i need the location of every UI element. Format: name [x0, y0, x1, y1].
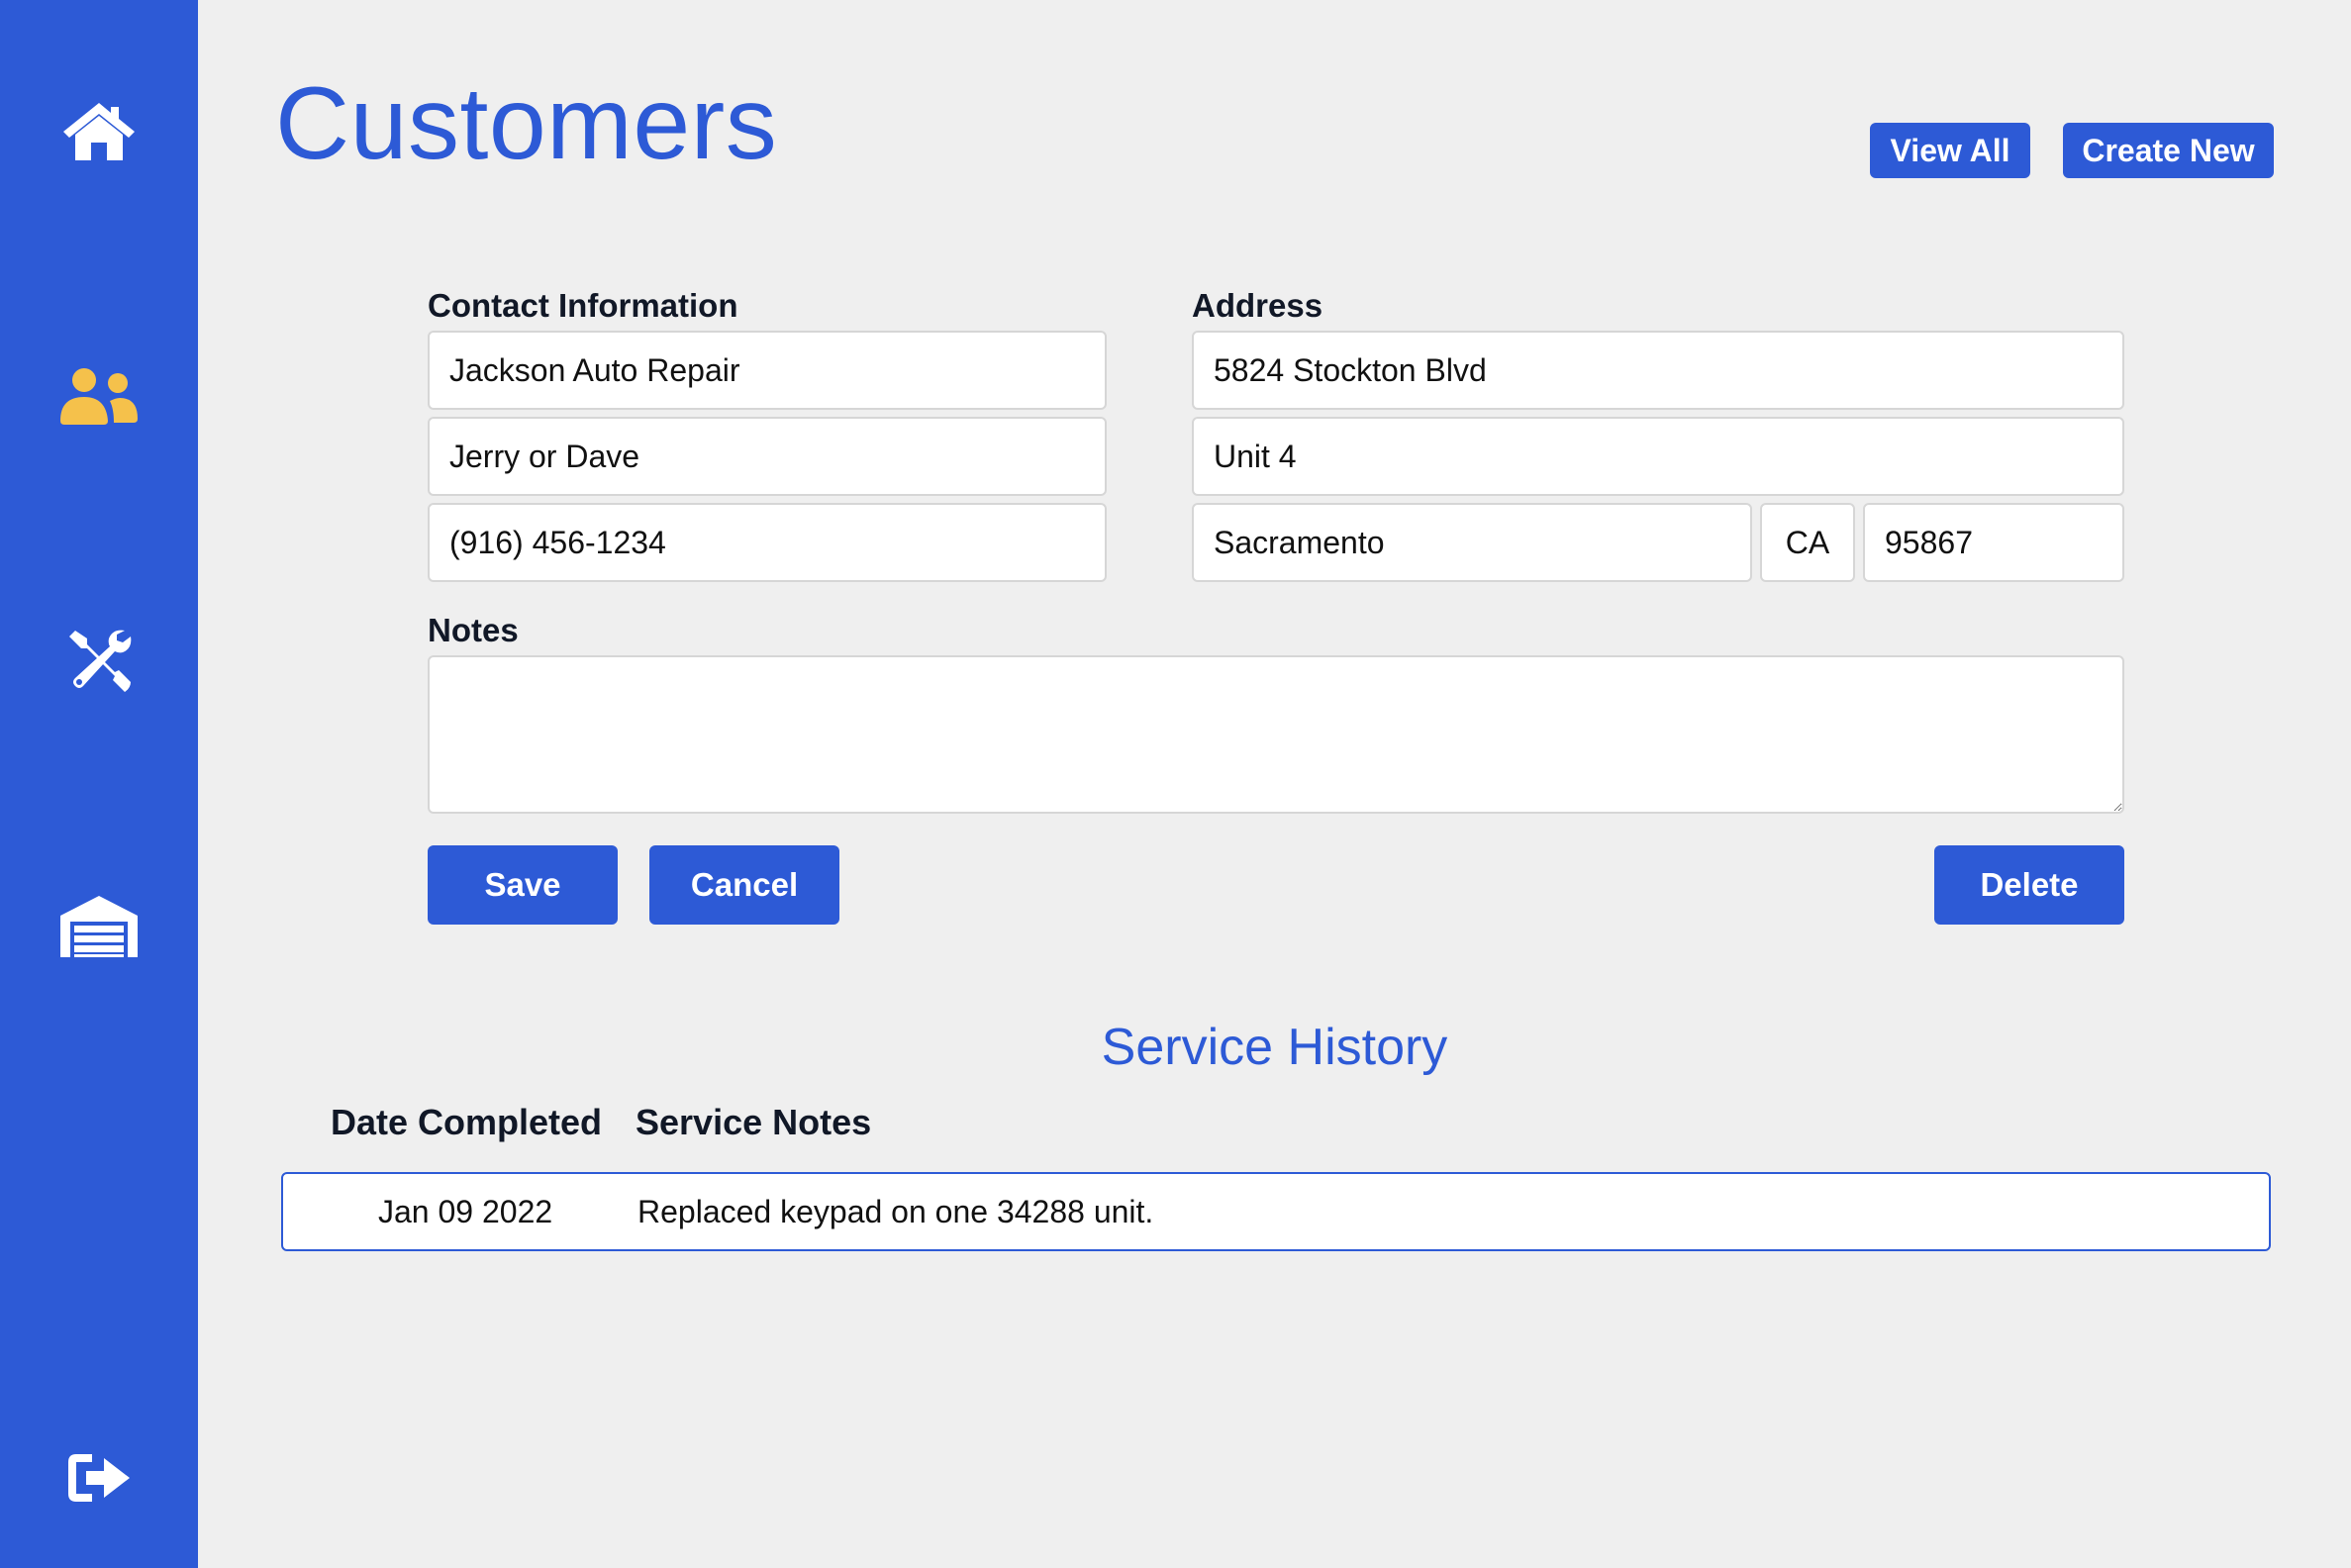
notes-label: Notes [428, 612, 519, 648]
nav-home[interactable] [49, 82, 148, 181]
tools-icon [69, 630, 132, 692]
street-field[interactable] [1192, 331, 2124, 410]
view-all-button[interactable]: View All [1870, 123, 2030, 178]
contact-info-label: Contact Information [428, 287, 738, 324]
contact-name-field[interactable] [428, 417, 1107, 496]
cancel-button[interactable]: Cancel [649, 845, 839, 925]
page-title: Customers [275, 66, 778, 181]
garage-icon [60, 896, 138, 957]
delete-button[interactable]: Delete [1934, 845, 2124, 925]
notes-field[interactable] [428, 655, 2124, 814]
nav-sign-out[interactable] [49, 1428, 148, 1527]
phone-field[interactable] [428, 503, 1107, 582]
service-history-heading: Service History [1101, 1019, 1448, 1076]
save-button[interactable]: Save [428, 845, 618, 925]
users-icon [60, 368, 138, 425]
date-cell: Jan 09 2022 [378, 1194, 553, 1229]
zip-field[interactable] [1863, 503, 2124, 582]
create-new-button[interactable]: Create New [2063, 123, 2274, 178]
home-icon [63, 103, 135, 160]
table-row[interactable]: Jan 09 2022 Replaced keypad on one 34288… [281, 1172, 2271, 1251]
company-name-field[interactable] [428, 331, 1107, 410]
state-field[interactable] [1760, 503, 1855, 582]
sidebar [0, 0, 198, 1568]
unit-field[interactable] [1192, 417, 2124, 496]
date-completed-header: Date Completed [331, 1102, 603, 1142]
sign-out-icon [68, 1454, 130, 1502]
address-label: Address [1192, 287, 1323, 324]
service-notes-cell: Replaced keypad on one 34288 unit. [637, 1194, 1154, 1229]
service-notes-header: Service Notes [636, 1102, 872, 1142]
nav-services[interactable] [49, 611, 148, 710]
city-field[interactable] [1192, 503, 1752, 582]
nav-garage[interactable] [49, 876, 148, 975]
service-history-title: Service History [0, 1018, 2351, 1077]
nav-customers[interactable] [49, 346, 148, 445]
